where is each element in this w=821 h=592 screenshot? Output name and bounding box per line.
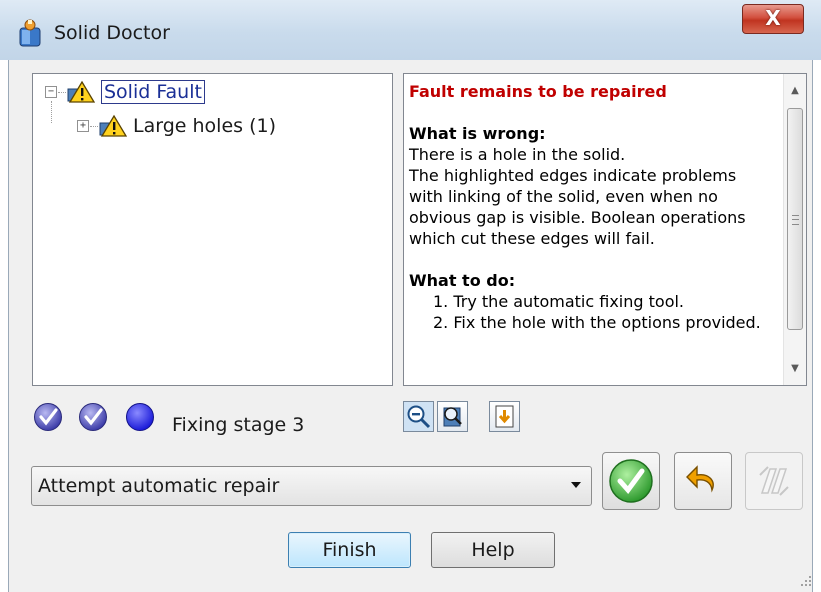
apply-button[interactable] bbox=[602, 452, 660, 510]
solid-doctor-app-icon bbox=[19, 19, 41, 47]
close-button[interactable]: X bbox=[742, 4, 804, 34]
fault-tree[interactable]: − Solid Fault + Large holes (1) bbox=[32, 73, 393, 386]
export-button[interactable] bbox=[489, 401, 520, 432]
help-button[interactable]: Help bbox=[431, 532, 555, 568]
description-line: There is a hole in the solid. bbox=[409, 145, 626, 164]
stage-2-checked-icon bbox=[79, 403, 107, 431]
window-title: Solid Doctor bbox=[54, 22, 170, 44]
warning-icon bbox=[67, 80, 95, 103]
redo-disabled-icon bbox=[759, 466, 789, 496]
close-icon: X bbox=[765, 6, 781, 30]
description-heading: Fault remains to be repaired bbox=[409, 82, 667, 101]
warning-icon bbox=[99, 114, 127, 137]
stage-3-current-icon bbox=[126, 403, 154, 431]
todo-step: 2. Fix the hole with the options provide… bbox=[433, 313, 761, 332]
export-icon bbox=[495, 405, 514, 428]
scrollbar-thumb[interactable] bbox=[787, 108, 803, 330]
solid-doctor-window: Solid Doctor X − Solid Fault + Large hol… bbox=[0, 0, 821, 592]
title-bar[interactable]: Solid Doctor X bbox=[0, 0, 821, 60]
description-line: The highlighted edges indicate problems bbox=[409, 166, 737, 185]
expand-icon[interactable]: + bbox=[77, 120, 89, 132]
selected-repair-option: Attempt automatic repair bbox=[38, 475, 280, 497]
fixing-stage-label: Fixing stage 3 bbox=[172, 414, 305, 436]
repair-option-select[interactable]: Attempt automatic repair bbox=[31, 466, 592, 506]
undo-icon bbox=[686, 465, 714, 493]
undo-button[interactable] bbox=[674, 452, 732, 510]
redo-button[interactable] bbox=[745, 452, 803, 510]
description-line: which cut these edges will fail. bbox=[409, 229, 655, 248]
description-line: obvious gap is visible. Boolean operatio… bbox=[409, 208, 746, 227]
zoom-out-icon bbox=[404, 402, 433, 431]
stage-1-checked-icon bbox=[34, 403, 62, 431]
tree-item-label: Solid Fault bbox=[101, 80, 205, 104]
chevron-down-icon[interactable] bbox=[571, 482, 581, 488]
description-scrollbar[interactable]: ▲ ▼ bbox=[783, 74, 806, 385]
grip-icon bbox=[792, 215, 799, 225]
description-line: with linking of the solid, even when no bbox=[409, 187, 718, 206]
scroll-up-icon[interactable]: ▲ bbox=[784, 80, 806, 102]
find-fault-icon bbox=[443, 407, 462, 427]
tree-item-large-holes[interactable]: + Large holes (1) bbox=[77, 114, 276, 138]
what-is-wrong-title: What is wrong: bbox=[409, 124, 546, 143]
apply-check-icon bbox=[609, 459, 653, 503]
scroll-down-icon[interactable]: ▼ bbox=[784, 358, 806, 380]
what-to-do-title: What to do: bbox=[409, 271, 516, 290]
resize-grip-icon[interactable] bbox=[800, 575, 812, 587]
fault-description-panel[interactable]: Fault remains to be repaired What is wro… bbox=[403, 73, 807, 386]
todo-step: 1. Try the automatic fixing tool. bbox=[433, 292, 685, 311]
tree-item-label: Large holes (1) bbox=[133, 115, 276, 137]
description-text: Fault remains to be repaired What is wro… bbox=[409, 81, 781, 333]
finish-button[interactable]: Finish bbox=[288, 532, 411, 568]
zoom-out-button[interactable] bbox=[403, 401, 434, 432]
collapse-icon[interactable]: − bbox=[45, 86, 57, 98]
tree-connector bbox=[51, 101, 52, 123]
tree-item-solid-fault[interactable]: − Solid Fault bbox=[45, 80, 205, 104]
find-fault-button[interactable] bbox=[437, 401, 468, 432]
